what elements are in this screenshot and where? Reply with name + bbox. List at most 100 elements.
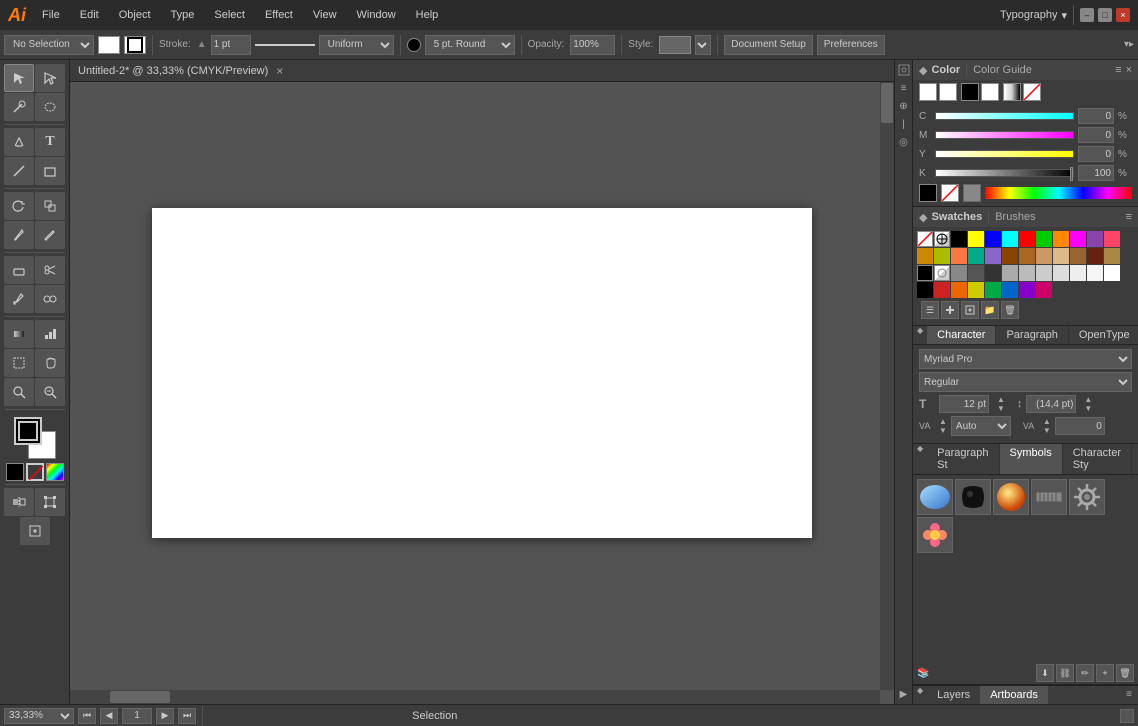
kerning-up[interactable]: ▲: [939, 417, 947, 426]
swatch-brown[interactable]: [1002, 248, 1018, 264]
swatch-gray9[interactable]: [1087, 265, 1103, 281]
font-size-input[interactable]: [939, 395, 989, 413]
swatch-gray4[interactable]: [1002, 265, 1018, 281]
eraser-tool-button[interactable]: [4, 256, 34, 284]
shape-tool-button[interactable]: [35, 157, 65, 185]
blend-tool-button[interactable]: [35, 285, 65, 313]
brush-dropdown[interactable]: 5 pt. Round: [425, 35, 515, 55]
layers-menu-icon[interactable]: ≡: [1120, 686, 1138, 704]
swatch-c8[interactable]: [1036, 282, 1052, 298]
font-family-dropdown[interactable]: Myriad Pro: [919, 349, 1132, 369]
menu-select[interactable]: Select: [206, 7, 253, 23]
swatch-tan[interactable]: [1019, 248, 1035, 264]
swatch-sand[interactable]: [1053, 248, 1069, 264]
swatches-menu-btn[interactable]: ☰: [921, 301, 939, 319]
swatch-gray7[interactable]: [1053, 265, 1069, 281]
page-number-input[interactable]: [122, 708, 152, 724]
black-swatch[interactable]: [961, 83, 979, 101]
swatch-cyan[interactable]: [1002, 231, 1018, 247]
place-tool-button[interactable]: [20, 517, 50, 545]
swatch-magenta[interactable]: [1070, 231, 1086, 247]
pen-tool-button[interactable]: [4, 128, 34, 156]
delete-symbol-btn[interactable]: 🗑: [1116, 664, 1134, 682]
swatch-white[interactable]: [1104, 265, 1120, 281]
expand-arrow[interactable]: ▶: [896, 686, 912, 702]
leading-up[interactable]: ▲: [1084, 395, 1092, 404]
panel-toggle-icon[interactable]: ▾▸: [1124, 39, 1134, 50]
swatch-c2[interactable]: [934, 282, 950, 298]
color-spectrum[interactable]: [985, 187, 1132, 199]
free-transform-tool-button[interactable]: [35, 488, 65, 516]
menu-effect[interactable]: Effect: [257, 7, 301, 23]
maximize-button[interactable]: □: [1098, 8, 1112, 22]
next-page-button[interactable]: ▶: [156, 708, 174, 724]
cyan-slider[interactable]: [935, 112, 1074, 120]
artboards-tab[interactable]: Artboards: [980, 686, 1048, 704]
swatch-gray3[interactable]: [985, 265, 1001, 281]
workspace-dropdown-icon[interactable]: ▾: [1061, 9, 1067, 22]
edit-symbol-btn[interactable]: ✏: [1076, 664, 1094, 682]
swatch-gray8[interactable]: [1070, 265, 1086, 281]
swatch-purple[interactable]: [1087, 231, 1103, 247]
swatch-c7[interactable]: [1019, 282, 1035, 298]
kerning-down[interactable]: ▼: [939, 426, 947, 435]
layers-tab[interactable]: Layers: [927, 686, 980, 704]
artboard-tool-button[interactable]: [4, 349, 34, 377]
color-guide-tab[interactable]: Color Guide: [973, 64, 1032, 76]
symbol-gear[interactable]: [1069, 479, 1105, 515]
fg-color-swatch[interactable]: [919, 184, 937, 202]
yellow-slider[interactable]: [935, 150, 1074, 158]
menu-object[interactable]: Object: [111, 7, 159, 23]
first-page-button[interactable]: ⏮: [78, 708, 96, 724]
type-tool-button[interactable]: T: [35, 128, 65, 156]
swatch-beige[interactable]: [1036, 248, 1052, 264]
appearance-panel-button[interactable]: ◎: [896, 134, 912, 150]
tracking-up[interactable]: ▲: [1043, 417, 1051, 426]
paragraph-styles-tab[interactable]: Paragraph St: [927, 444, 999, 474]
prev-page-button[interactable]: ◀: [100, 708, 118, 724]
symbol-flower[interactable]: [917, 517, 953, 553]
lasso-tool-button[interactable]: [35, 93, 65, 121]
color-panel-tab[interactable]: Color: [931, 64, 960, 76]
swatch-maroon[interactable]: [1087, 248, 1103, 264]
size-down[interactable]: ▼: [997, 404, 1005, 413]
hand-tool-button[interactable]: [35, 349, 65, 377]
zoom-select[interactable]: 33,33%: [4, 708, 74, 724]
selection-tool-button[interactable]: [4, 64, 34, 92]
swatch-teal[interactable]: [968, 248, 984, 264]
new-symbol-btn[interactable]: +: [1096, 664, 1114, 682]
none-swatch-item[interactable]: [917, 231, 933, 247]
artboard-mode-button[interactable]: [1120, 709, 1134, 723]
symbol-blob[interactable]: [955, 479, 991, 515]
magic-wand-tool-button[interactable]: [4, 93, 34, 121]
cyan-input[interactable]: [1078, 108, 1114, 124]
folder-btn[interactable]: 📁: [981, 301, 999, 319]
swatch-lavender[interactable]: [985, 248, 1001, 264]
line-tool-button[interactable]: [4, 157, 34, 185]
leading-input[interactable]: [1026, 395, 1076, 413]
paragraph-tab[interactable]: Paragraph: [996, 326, 1068, 344]
stroke-panel-button[interactable]: |: [896, 116, 912, 132]
swatch-orange[interactable]: [1053, 231, 1069, 247]
swatch-black[interactable]: [951, 231, 967, 247]
magenta-input[interactable]: [1078, 127, 1114, 143]
symbol-ruler[interactable]: [1031, 479, 1067, 515]
black-input[interactable]: [1078, 165, 1114, 181]
color-panel-close-icon[interactable]: ×: [1126, 64, 1132, 76]
none-color-swatch[interactable]: [941, 184, 959, 202]
swatch-c6[interactable]: [1002, 282, 1018, 298]
stroke-color-indicator[interactable]: [939, 83, 957, 101]
tracking-input[interactable]: [1055, 417, 1105, 435]
kerning-dropdown[interactable]: Auto: [951, 416, 1011, 436]
swatches-menu-icon[interactable]: ≡: [1126, 211, 1132, 223]
align-panel-button[interactable]: ≡: [896, 80, 912, 96]
transform-panel-button[interactable]: [896, 62, 912, 78]
color-panel-menu-icon[interactable]: ≡: [1115, 64, 1121, 76]
fill-color-box[interactable]: [98, 36, 120, 54]
swatch-c5[interactable]: [985, 282, 1001, 298]
stroke-type-dropdown[interactable]: Uniform: [319, 35, 394, 55]
swatch-green[interactable]: [1036, 231, 1052, 247]
registration-swatch[interactable]: [934, 231, 950, 247]
gradient-swatch[interactable]: [1003, 83, 1021, 101]
swatch-c4[interactable]: [968, 282, 984, 298]
